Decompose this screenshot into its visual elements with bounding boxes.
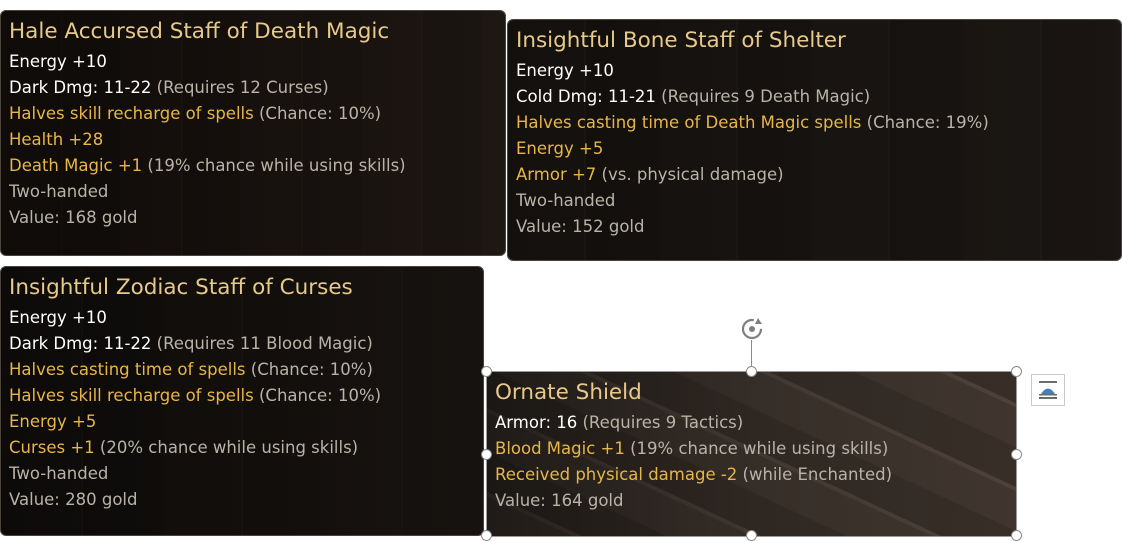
stat-line: Value: 164 gold (495, 491, 624, 510)
resize-handle-bottom-middle[interactable] (746, 530, 757, 541)
stat-line: Blood Magic +1 (19% chance while using s… (495, 439, 889, 458)
item-title: Insightful Bone Staff of Shelter (516, 28, 846, 53)
stat-line: Energy +5 (9, 412, 97, 431)
stat-line: Two-handed (9, 182, 109, 201)
stat-line: Halves casting time of Death Magic spell… (516, 113, 989, 132)
rotate-handle-icon[interactable] (738, 315, 766, 343)
layout-options-icon (1039, 381, 1057, 399)
item-title: Insightful Zodiac Staff of Curses (9, 275, 353, 300)
resize-handle-bottom-left[interactable] (481, 530, 492, 541)
stat-line: Halves skill recharge of spells (Chance:… (9, 104, 382, 123)
stat-line: Energy +10 (516, 61, 614, 80)
item-tooltip-ornate-shield[interactable]: Ornate Shield Armor: 16 (Requires 9 Tact… (486, 371, 1017, 537)
stat-line: Energy +5 (516, 139, 604, 158)
item-tooltip-hale-accursed-staff: Hale Accursed Staff of Death Magic Energ… (0, 10, 506, 256)
stat-line: Two-handed (516, 191, 616, 210)
stat-line: Health +28 (9, 130, 104, 149)
stat-line: Value: 168 gold (9, 208, 138, 227)
resize-handle-top-middle[interactable] (746, 366, 757, 377)
stat-line: Death Magic +1 (19% chance while using s… (9, 156, 406, 175)
resize-handle-top-right[interactable] (1011, 366, 1022, 377)
stat-line: Halves skill recharge of spells (Chance:… (9, 386, 382, 405)
item-tooltip-insightful-zodiac-staff: Insightful Zodiac Staff of Curses Energy… (0, 266, 484, 536)
resize-handle-middle-right[interactable] (1011, 449, 1022, 460)
stat-line: Energy +10 (9, 308, 107, 327)
stat-line: Armor +7 (vs. physical damage) (516, 165, 784, 184)
stat-line: Cold Dmg: 11-21 (Requires 9 Death Magic) (516, 87, 871, 106)
item-title: Hale Accursed Staff of Death Magic (9, 19, 390, 44)
stat-line: Curses +1 (20% chance while using skills… (9, 438, 359, 457)
stat-line: Energy +10 (9, 52, 107, 71)
stat-line: Armor: 16 (Requires 9 Tactics) (495, 413, 744, 432)
stat-line: Two-handed (9, 464, 109, 483)
stat-line: Value: 280 gold (9, 490, 138, 509)
stat-line: Dark Dmg: 11-22 (Requires 12 Curses) (9, 78, 329, 97)
stat-line: Halves casting time of spells (Chance: 1… (9, 360, 373, 379)
stat-line: Received physical damage -2 (while Encha… (495, 465, 893, 484)
item-title: Ornate Shield (495, 380, 642, 405)
item-tooltip-insightful-bone-staff: Insightful Bone Staff of Shelter Energy … (507, 19, 1122, 261)
stat-line: Dark Dmg: 11-22 (Requires 11 Blood Magic… (9, 334, 373, 353)
resize-handle-top-left[interactable] (481, 366, 492, 377)
layout-options-button[interactable] (1031, 374, 1065, 406)
stat-line: Value: 152 gold (516, 217, 645, 236)
resize-handle-middle-left[interactable] (481, 449, 492, 460)
resize-handle-bottom-right[interactable] (1011, 530, 1022, 541)
